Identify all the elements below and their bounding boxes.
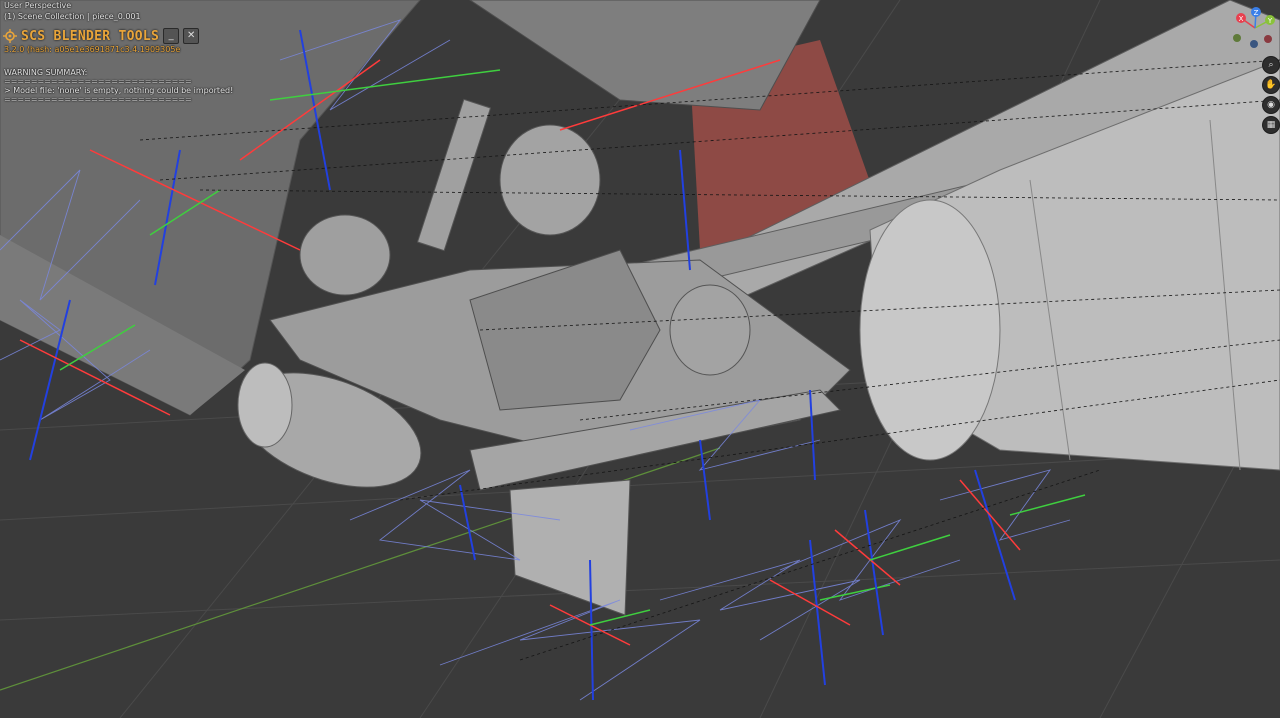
left-cylinder <box>299 214 391 296</box>
scs-version-label: 3.2.0 (hash: a05e1e3691871c3.4.1909305e <box>4 45 181 54</box>
navigation-gizmo[interactable]: X Y Z <box>1228 4 1278 52</box>
scs-tools-title: SCS BLENDER TOOLS <box>21 28 160 44</box>
gizmo-y-label: Y <box>1267 17 1273 25</box>
collection-path-label: (1) Scene Collection | piece_0.001 <box>4 12 141 21</box>
close-button[interactable]: ✕ <box>183 28 200 44</box>
upper-chassis <box>469 0 821 111</box>
camera-view-icon[interactable]: ◉ <box>1262 96 1280 114</box>
gizmo-neg-z[interactable] <box>1250 40 1258 48</box>
ortho-grid-icon[interactable]: ▦ <box>1262 116 1280 134</box>
3d-viewport[interactable]: User Perspective (1) Scene Collection | … <box>0 0 1280 718</box>
center-cylinder <box>669 284 751 376</box>
air-tank-end <box>237 362 293 448</box>
minimize-button[interactable]: _ <box>163 28 180 44</box>
shock-absorber <box>416 98 492 252</box>
gizmo-z-label: Z <box>1254 9 1259 17</box>
warning-separator-bottom: ============================ <box>4 95 192 104</box>
gizmo-neg-x[interactable] <box>1264 35 1272 43</box>
gizmo-x-label: X <box>1239 15 1244 23</box>
zoom-icon[interactable]: ⌕ <box>1262 56 1280 74</box>
gizmo-neg-y[interactable] <box>1233 34 1241 42</box>
scs-tools-panel: SCS BLENDER TOOLS _ ✕ <box>3 27 200 45</box>
hand-pan-icon[interactable]: ✋ <box>1262 76 1280 94</box>
viewport-scene <box>0 0 1280 718</box>
upper-cylinder <box>499 124 601 236</box>
scs-logo-icon <box>3 29 17 43</box>
view-name-label: User Perspective <box>4 1 72 10</box>
navigation-tools: ⌕ ✋ ◉ ▦ <box>1262 56 1280 136</box>
